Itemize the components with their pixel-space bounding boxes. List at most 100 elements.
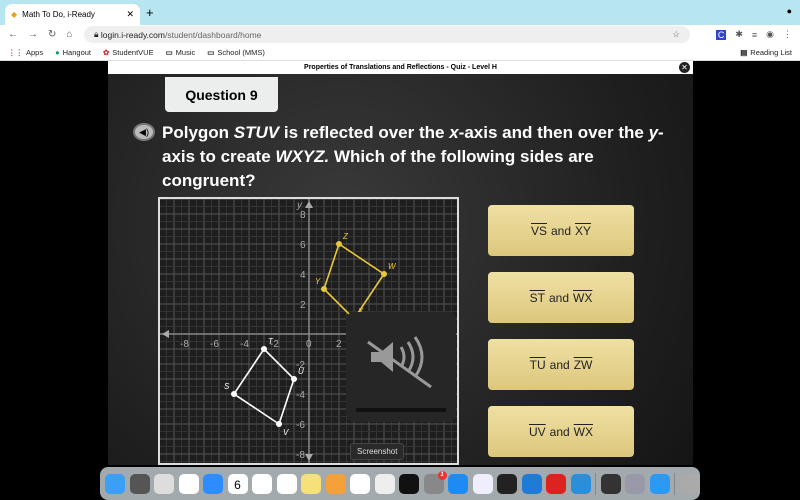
avatar[interactable]: ◉ [766, 29, 774, 40]
notes-icon[interactable] [301, 473, 321, 494]
back-icon[interactable]: ← [8, 29, 18, 40]
x-tick-label: -6 [210, 339, 219, 350]
bookmark-music[interactable]: ▭ Music [166, 48, 196, 57]
vertex-t [261, 346, 267, 352]
quicktime-icon[interactable] [600, 473, 621, 494]
address-bar[interactable]: 🔒︎ login.i-ready.com/student/dashboard/h… [84, 26, 690, 43]
screenshot-icon[interactable] [374, 473, 395, 494]
folder-icon: ▭ [207, 47, 215, 57]
browser-tab[interactable]: ◆ Math To Do, i-Ready ✕ [5, 4, 140, 25]
photos-icon[interactable] [252, 473, 272, 494]
segment-a: VS [530, 223, 547, 238]
extension-c-icon[interactable]: C [715, 29, 727, 40]
tab-search-icon[interactable]: ● [787, 6, 792, 16]
notification-badge: 1 [437, 470, 447, 480]
extensions-icon[interactable]: ✱ [735, 29, 743, 40]
y-axis-arrow-down [305, 454, 313, 461]
volume-muted-overlay [346, 312, 456, 422]
pages-icon[interactable] [325, 473, 346, 494]
zoom-icon[interactable] [203, 473, 223, 494]
lock-icon: 🔒︎ [94, 29, 101, 39]
preview-icon[interactable] [472, 473, 493, 494]
answer-option-3[interactable]: TU and ZW [488, 339, 634, 390]
x-tick-label: 2 [336, 339, 342, 350]
segment-a: TU [529, 357, 546, 372]
question-segment: -axis and then over the [458, 123, 649, 142]
chrome-icon[interactable] [178, 473, 199, 494]
bookmark-hangout[interactable]: ● Hangout [55, 48, 91, 57]
photo-booth-icon[interactable] [546, 473, 566, 494]
x-axis-arrow [162, 330, 169, 338]
answer-option-2[interactable]: ST and WX [488, 272, 634, 323]
question-segment: x [449, 123, 459, 142]
y-tick-label: -8 [296, 450, 305, 461]
studentvue-icon: ✿ [103, 47, 110, 57]
finder-icon[interactable] [105, 473, 125, 494]
close-tab-icon[interactable]: ✕ [126, 9, 134, 20]
trash-icon[interactable] [679, 473, 700, 494]
segment-b: WX [573, 290, 593, 305]
x-tick-label: -4 [240, 339, 249, 350]
vertex-label: V [283, 428, 289, 437]
answer-option-1[interactable]: VS and XY [488, 205, 634, 256]
calendar-icon[interactable]: 6 [227, 473, 248, 494]
close-quiz-button[interactable]: ✕ [679, 62, 690, 73]
vertex-label: S [224, 382, 230, 391]
browser-toolbar: ← → ↻ ⌂ 🔒︎ login.i-ready.com/student/dashbo… [0, 25, 800, 44]
vertex-z [336, 241, 342, 247]
home-icon[interactable]: ⌂ [66, 29, 72, 40]
y-tick-label: 2 [300, 300, 306, 311]
dock-separator [595, 472, 596, 495]
bookmark-apps[interactable]: ⋮⋮ Apps [8, 48, 43, 57]
menu-icon[interactable]: ⋮ [783, 29, 792, 40]
vertex-v [276, 421, 282, 427]
segment-b: XY [575, 223, 592, 238]
reading-list-button[interactable]: ▤ Reading List [740, 48, 792, 57]
new-tab-button[interactable]: + [146, 5, 154, 20]
bookmark-school[interactable]: ▭ School (MMS) [207, 48, 265, 57]
preview-2-icon[interactable] [625, 473, 645, 494]
app-store-icon[interactable] [448, 473, 468, 494]
answer-option-4[interactable]: UV and WX [488, 406, 634, 457]
safari-icon[interactable] [649, 473, 670, 494]
folder-icon: ▭ [165, 47, 173, 57]
keynote-icon[interactable] [350, 473, 370, 494]
reload-icon[interactable]: ↻ [48, 29, 56, 40]
volume-bar [356, 408, 446, 412]
hangout-icon: ● [55, 47, 60, 57]
and-label: and [549, 357, 570, 372]
x-tick-label: 0 [306, 339, 312, 350]
dock: 61 [100, 467, 700, 500]
audio-speaker-icon[interactable]: ◀) [133, 123, 155, 141]
screenshot-tooltip: Screenshot [350, 443, 405, 460]
voice-memos-icon[interactable] [497, 473, 517, 494]
segment-b: ZW [573, 357, 593, 372]
apple-tv-icon[interactable] [399, 473, 419, 494]
question-segment: WXYZ. [275, 147, 330, 166]
tab-bar: ◆ Math To Do, i-Ready ✕ + ● [0, 0, 800, 25]
segment-b: WX [573, 424, 594, 439]
unknown-app-icon[interactable] [521, 473, 542, 494]
media-icon[interactable]: ≡ [752, 30, 757, 40]
calculator-icon[interactable] [129, 473, 150, 494]
y-tick-label: 6 [300, 240, 306, 251]
system-preferences-icon[interactable]: 1 [423, 470, 447, 494]
vertex-w [381, 271, 387, 277]
and-label: and [549, 424, 570, 439]
iready-favicon-icon: ◆ [11, 10, 18, 19]
and-label: and [550, 223, 572, 238]
reminders-icon[interactable] [276, 473, 297, 494]
dock-separator [674, 472, 675, 495]
y-tick-label: -6 [296, 420, 305, 431]
quiz-title: Properties of Translations and Reflectio… [108, 61, 693, 74]
vertex-s [231, 391, 237, 397]
launchpad-icon[interactable] [154, 473, 174, 494]
bookmark-star-icon[interactable]: ☆ [672, 29, 680, 40]
y-tick-label: -4 [296, 390, 305, 401]
bookmark-studentvue[interactable]: ✿ StudentVUE [103, 48, 154, 57]
unknown-app-2-icon[interactable] [570, 473, 591, 494]
y-tick-label: 4 [300, 270, 306, 281]
y-tick-label: 8 [300, 210, 306, 221]
question-segment: y [648, 123, 659, 142]
forward-icon[interactable]: → [28, 29, 38, 40]
